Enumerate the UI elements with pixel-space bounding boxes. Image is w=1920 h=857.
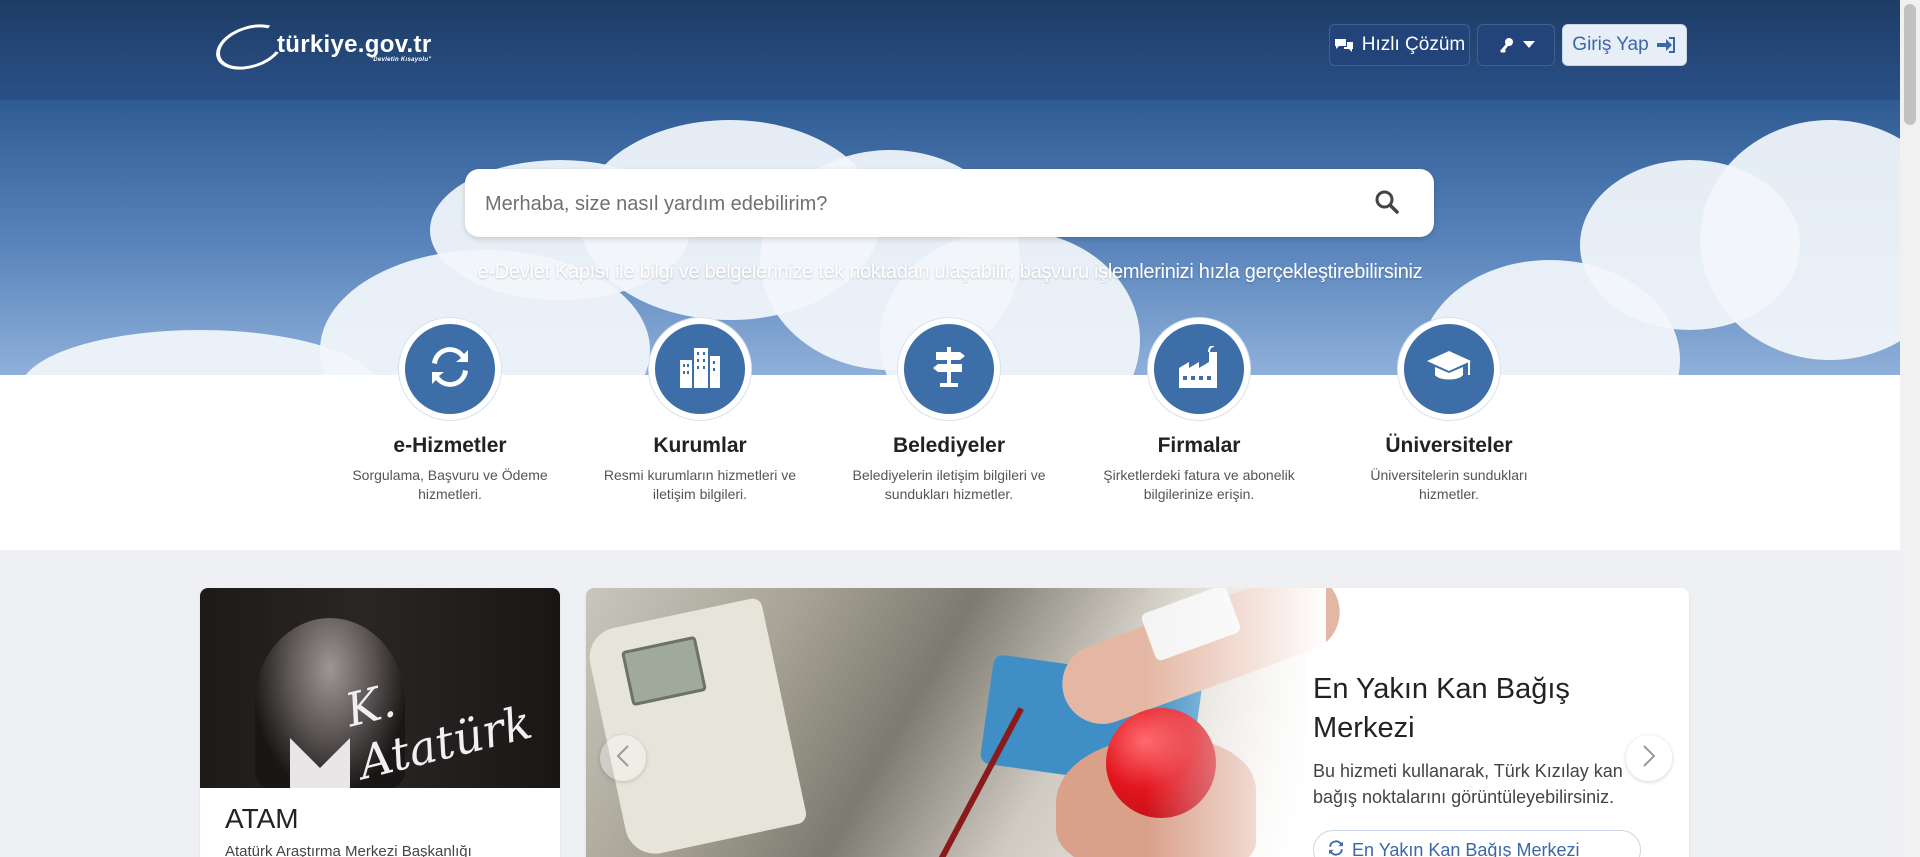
photo-tube	[934, 707, 1024, 857]
search-box	[465, 169, 1434, 239]
slide-link-button[interactable]: En Yakın Kan Bağış Merkezi	[1313, 830, 1641, 857]
login-label: Giriş Yap	[1572, 34, 1649, 55]
category-title: Firmalar	[1157, 434, 1241, 457]
category-description: Resmi kurumların hizmetleri ve iletişim …	[603, 467, 797, 502]
category-title: e-Hizmetler	[393, 434, 507, 457]
ataturk-photo: K. Atatürk	[200, 588, 560, 790]
category-kurumlar[interactable]: Kurumlar Resmi kurumların hizmetleri ve …	[600, 318, 800, 504]
logo-text: türkiye.gov.tr "Devletin Kısayolu"	[277, 31, 431, 63]
factory-icon	[1177, 344, 1221, 393]
featured-slider: En Yakın Kan Bağış Merkezi Bu hizmeti ku…	[586, 588, 1689, 857]
sign-in-icon	[1656, 36, 1677, 54]
category-description: Sorgulama, Başvuru ve Ödeme hizmetleri.	[352, 467, 548, 502]
chevron-left-icon	[616, 744, 630, 773]
photo-machine	[586, 596, 808, 857]
quick-solution-label: Hızlı Çözüm	[1361, 34, 1466, 55]
slide-title: En Yakın Kan Bağış Merkezi	[1313, 673, 1570, 744]
search-icon[interactable]	[1374, 189, 1400, 220]
page-scrollbar[interactable]	[1900, 0, 1920, 857]
search-input[interactable]	[483, 169, 1347, 239]
quick-solution-button[interactable]: Hızlı Çözüm	[1329, 24, 1470, 66]
category-title: Üniversiteler	[1385, 434, 1513, 457]
category-firmalar[interactable]: Firmalar Şirketlerdeki fatura ve aboneli…	[1099, 318, 1299, 504]
refresh-icon	[429, 346, 471, 393]
top-header: türkiye.gov.tr "Devletin Kısayolu" Hızlı…	[0, 0, 1900, 100]
scrollbar-thumb[interactable]	[1904, 4, 1916, 125]
category-universiteler[interactable]: Üniversiteler Üniversitelerin sundukları…	[1349, 318, 1549, 504]
slider-next-button[interactable]	[1626, 735, 1672, 781]
category-title: Belediyeler	[892, 434, 1006, 457]
category-circle	[399, 318, 501, 420]
category-description: Belediyelerin iletişim bilgileri ve sund…	[852, 467, 1046, 502]
category-belediyeler[interactable]: Belediyeler Belediyelerin iletişim bilgi…	[849, 318, 1049, 504]
logo-name: türkiye.gov.tr	[277, 31, 432, 58]
hero-tagline: e-Devlet Kapısı ile bilgi ve belgelerini…	[477, 261, 1423, 283]
atam-title: ATAM	[225, 803, 299, 834]
atam-subtitle: Atatürk Araştırma Merkezi Başkanlığı	[225, 843, 472, 857]
slide-link-label: En Yakın Kan Bağış Merkezi	[1352, 839, 1580, 857]
category-description: Şirketlerdeki fatura ve abonelik bilgile…	[1103, 467, 1295, 502]
category-title: Kurumlar	[653, 434, 747, 457]
signpost-icon	[928, 345, 970, 394]
category-description: Üniversitelerin sundukları hizmetler.	[1370, 467, 1528, 502]
logo-link[interactable]: türkiye.gov.tr "Devletin Kısayolu"	[210, 16, 431, 78]
login-button[interactable]: Giriş Yap	[1562, 24, 1687, 66]
building-icon	[678, 346, 722, 393]
category-circle	[1148, 318, 1250, 420]
key-menu-button[interactable]	[1477, 24, 1555, 66]
logo-swoosh-icon	[210, 16, 290, 78]
category-circle	[649, 318, 751, 420]
chevron-right-icon	[1642, 744, 1656, 773]
slide-description: Bu hizmeti kullanarak, Türk Kızılay kan …	[1313, 761, 1623, 807]
photo-fade	[1146, 588, 1326, 857]
refresh-icon	[1328, 839, 1344, 857]
category-circle	[1398, 318, 1500, 420]
chevron-down-icon	[1523, 41, 1535, 49]
category-e-hizmetler[interactable]: e-Hizmetler Sorgulama, Başvuru ve Ödeme …	[350, 318, 550, 504]
graduation-cap-icon	[1425, 349, 1473, 390]
slider-prev-button[interactable]	[600, 735, 646, 781]
chat-bubbles-icon	[1334, 37, 1354, 53]
category-circle	[898, 318, 1000, 420]
key-icon	[1497, 36, 1515, 54]
atam-card[interactable]: K. Atatürk ATAM Atatürk Araştırma Merkez…	[200, 588, 560, 857]
